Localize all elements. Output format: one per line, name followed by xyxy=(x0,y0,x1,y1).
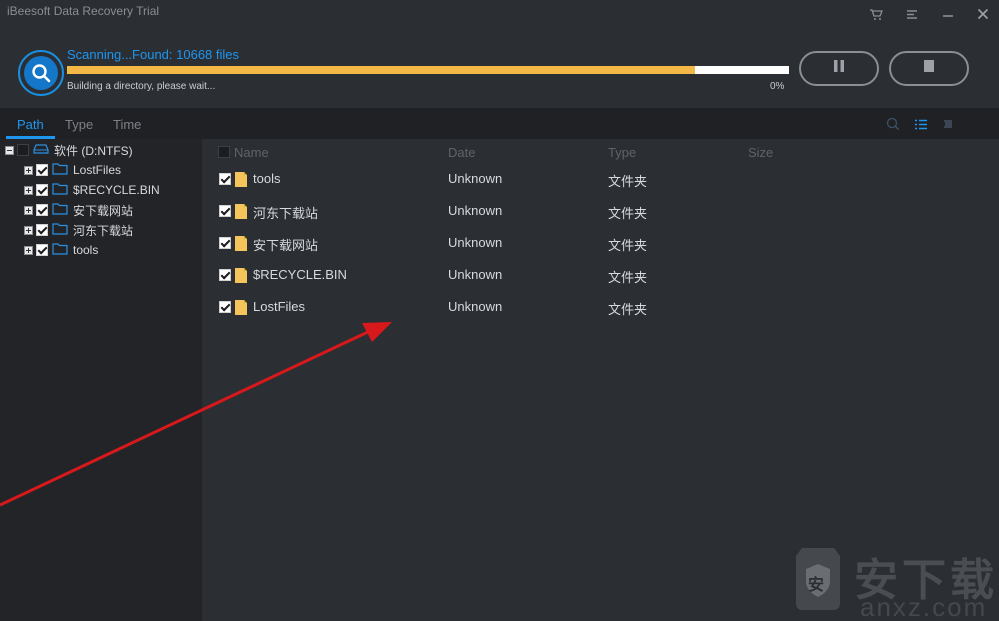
list-view-icon[interactable] xyxy=(913,116,929,132)
row-type: 文件夹 xyxy=(608,238,648,253)
table-row[interactable]: 安下载网站 Unknown 文件夹 xyxy=(202,227,999,259)
folder-file-icon xyxy=(234,299,248,319)
expand-icon[interactable] xyxy=(24,205,33,215)
drive-icon xyxy=(33,143,49,157)
scan-panel: Scanning...Found: 10668 files Building a… xyxy=(0,30,999,108)
tab-path[interactable]: Path xyxy=(17,117,44,132)
scan-magnifier-icon xyxy=(18,50,64,96)
column-header-type[interactable]: Type xyxy=(608,145,636,160)
folder-icon xyxy=(52,242,68,258)
row-checkbox[interactable] xyxy=(219,237,231,249)
close-icon[interactable] xyxy=(972,4,994,24)
select-all-checkbox[interactable] xyxy=(218,146,230,158)
watermark: 安 安下载 anxz.com xyxy=(780,538,999,621)
grid-view-icon[interactable] xyxy=(940,116,956,132)
table-row[interactable]: LostFiles Unknown 文件夹 xyxy=(202,291,999,323)
folder-file-icon xyxy=(234,203,248,223)
tree-item-anxz[interactable]: 安下载网站 xyxy=(24,200,133,220)
row-name: tools xyxy=(253,171,281,186)
row-name: $RECYCLE.BIN xyxy=(253,267,347,282)
watermark-logo-char: 安 xyxy=(808,577,825,594)
tree-item-checkbox[interactable] xyxy=(36,244,48,256)
stop-button[interactable] xyxy=(889,51,969,86)
row-date: Unknown xyxy=(448,171,503,186)
tree-item-tools[interactable]: tools xyxy=(24,240,98,260)
scan-status-text: Scanning...Found: 10668 files xyxy=(67,47,240,62)
tree-item-label: 河东下载站 xyxy=(73,223,134,238)
expand-icon[interactable] xyxy=(24,185,33,195)
expand-icon[interactable] xyxy=(24,225,33,235)
folder-icon xyxy=(52,182,68,198)
scan-progress-bar xyxy=(67,66,789,74)
folder-icon xyxy=(52,162,68,178)
tree-root-checkbox[interactable] xyxy=(17,144,29,156)
row-checkbox[interactable] xyxy=(219,269,231,281)
column-header-name[interactable]: Name xyxy=(234,145,269,160)
row-date: Unknown xyxy=(448,267,503,282)
folder-file-icon xyxy=(234,267,248,287)
tree-item-label: LostFiles xyxy=(73,163,122,177)
row-checkbox[interactable] xyxy=(219,173,231,185)
pause-button[interactable] xyxy=(799,51,879,86)
row-checkbox[interactable] xyxy=(219,205,231,217)
tree-item-label: $RECYCLE.BIN xyxy=(73,183,160,197)
folder-icon xyxy=(52,222,68,238)
tree-root-label: 软件 (D:NTFS) xyxy=(54,143,133,158)
tab-time[interactable]: Time xyxy=(113,117,141,132)
pause-icon xyxy=(832,59,846,78)
row-date: Unknown xyxy=(448,299,503,314)
row-type: 文件夹 xyxy=(608,270,648,285)
tree-item-checkbox[interactable] xyxy=(36,224,48,236)
tree-item-label: tools xyxy=(73,243,99,257)
tree-item-label: 安下载网站 xyxy=(73,203,134,218)
folder-file-icon xyxy=(234,235,248,255)
scan-percent-label: 0% xyxy=(770,81,785,92)
row-type: 文件夹 xyxy=(608,174,648,189)
minimize-icon[interactable] xyxy=(937,4,959,24)
folder-file-icon xyxy=(234,171,248,191)
table-row[interactable]: tools Unknown 文件夹 xyxy=(202,163,999,195)
cart-icon[interactable] xyxy=(865,4,887,24)
row-date: Unknown xyxy=(448,203,503,218)
tree-item-lostfiles[interactable]: LostFiles xyxy=(24,160,121,180)
expand-icon[interactable] xyxy=(24,245,33,255)
table-row[interactable]: 河东下载站 Unknown 文件夹 xyxy=(202,195,999,227)
search-icon[interactable] xyxy=(885,116,901,132)
row-checkbox[interactable] xyxy=(219,301,231,313)
expand-icon[interactable] xyxy=(24,165,33,175)
menu-icon[interactable] xyxy=(901,4,923,24)
collapse-icon[interactable] xyxy=(5,145,14,155)
tab-type[interactable]: Type xyxy=(65,117,93,132)
tree-item-checkbox[interactable] xyxy=(36,184,48,196)
row-name: LostFiles xyxy=(253,299,306,314)
app-title: iBeesoft Data Recovery Trial xyxy=(7,4,160,18)
row-name: 安下载网站 xyxy=(253,238,319,253)
watermark-url: anxz.com xyxy=(860,592,988,621)
column-header-date[interactable]: Date xyxy=(448,145,475,160)
column-header-size[interactable]: Size xyxy=(748,145,773,160)
stop-icon xyxy=(923,59,935,78)
tree-item-hedong[interactable]: 河东下载站 xyxy=(24,220,133,240)
row-type: 文件夹 xyxy=(608,206,648,221)
tree-item-checkbox[interactable] xyxy=(36,164,48,176)
tree-item-recycle-bin[interactable]: $RECYCLE.BIN xyxy=(24,180,160,200)
tab-bar: Path Type Time xyxy=(0,108,999,139)
scan-substatus-text: Building a directory, please wait... xyxy=(67,81,216,92)
table-row[interactable]: $RECYCLE.BIN Unknown 文件夹 xyxy=(202,259,999,291)
tree-item-checkbox[interactable] xyxy=(36,204,48,216)
title-bar: iBeesoft Data Recovery Trial xyxy=(0,0,999,30)
row-name: 河东下载站 xyxy=(253,206,319,221)
directory-tree: 软件 (D:NTFS) LostFiles $RECYCLE.BIN 安下载网站… xyxy=(0,139,202,621)
folder-icon xyxy=(52,202,68,218)
row-date: Unknown xyxy=(448,235,503,250)
tree-root[interactable]: 软件 (D:NTFS) xyxy=(5,140,133,160)
row-type: 文件夹 xyxy=(608,302,648,317)
scan-progress-fill xyxy=(67,66,696,74)
